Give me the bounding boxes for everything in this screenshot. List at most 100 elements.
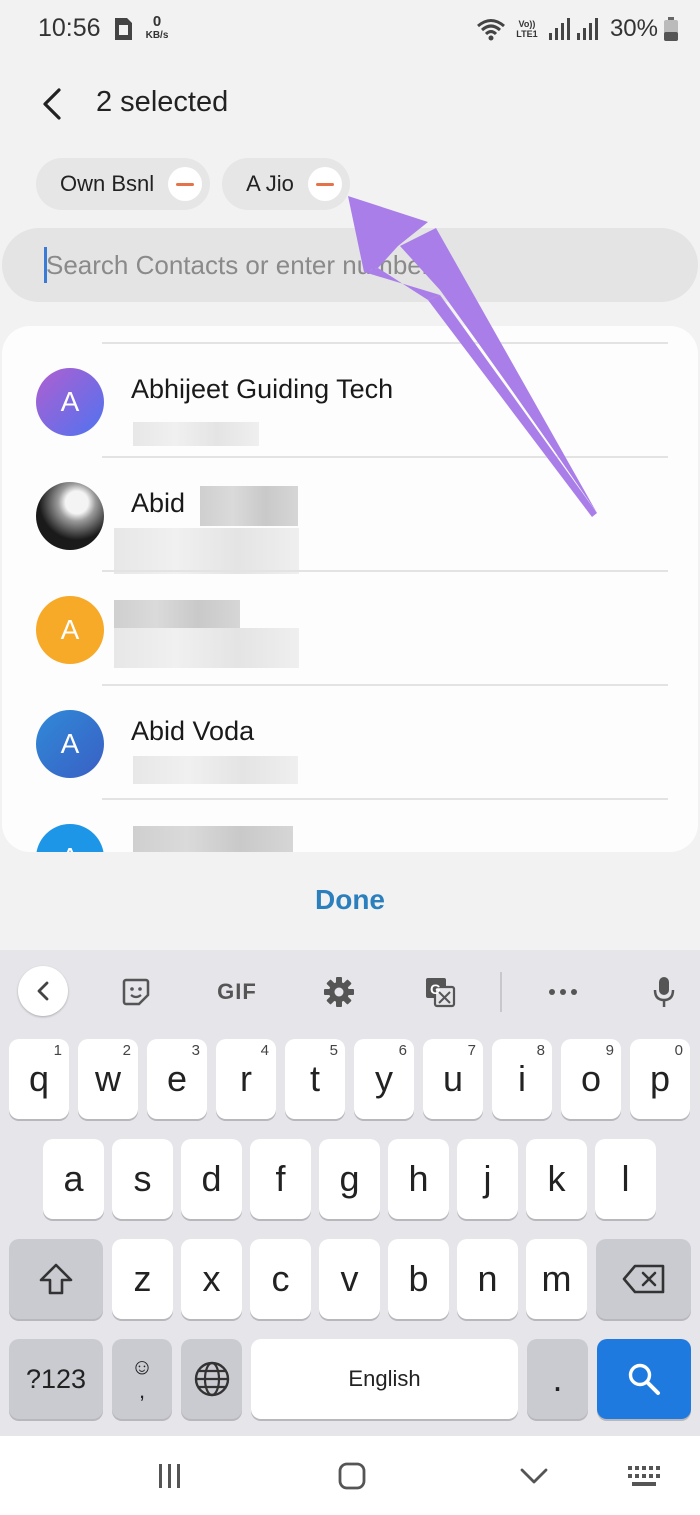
key-g[interactable]: g [319,1139,380,1219]
key-f[interactable]: f [250,1139,311,1219]
backspace-key[interactable] [596,1239,691,1319]
battery-percent: 30% [609,15,658,42]
divider [102,342,668,344]
recents-icon [159,1464,180,1488]
translate-button[interactable]: G [416,970,464,1014]
redacted-name [114,600,240,630]
data-rate-unit: KB/s [145,30,169,41]
key-y[interactable]: y6 [354,1039,414,1119]
key-i[interactable]: i8 [492,1039,552,1119]
list-item[interactable]: Abid [2,456,698,574]
recipient-chip[interactable]: Own Bsnl [36,158,211,210]
home-button[interactable] [322,1456,382,1496]
list-item[interactable]: A [2,570,698,684]
more-icon [549,989,577,995]
hide-keyboard-button[interactable] [504,1456,564,1496]
battery-icon [664,17,678,41]
key-k[interactable]: k [526,1139,587,1219]
key-w[interactable]: w2 [78,1039,138,1119]
key-s[interactable]: s [112,1139,173,1219]
sticker-button[interactable] [112,970,160,1014]
avatar: A [36,596,104,664]
data-rate-value: 0 [152,13,162,30]
search-key[interactable] [597,1339,691,1419]
backspace-icon [622,1264,664,1294]
key-n[interactable]: n [457,1239,518,1319]
remove-recipient-button[interactable] [168,167,203,201]
key-b[interactable]: b [388,1239,449,1319]
list-item[interactable]: A Abhijeet Guiding Tech [2,342,698,456]
app-header: 2 selected [0,70,700,140]
text-cursor [44,247,47,283]
chevron-left-icon [37,981,49,1001]
search-bar [2,228,698,302]
emoji-key[interactable]: ☺ , [112,1339,172,1419]
redacted-number [133,422,259,446]
divider [102,798,668,800]
contact-name: Abid Voda [131,716,255,746]
symbols-key[interactable]: ?123 [9,1339,103,1419]
network-label: Vo)) LTE1 [516,19,538,39]
home-icon [338,1462,366,1490]
recipient-chip[interactable]: A Jio [222,158,350,210]
key-d[interactable]: d [181,1139,242,1219]
key-v[interactable]: v [319,1239,380,1319]
shift-key[interactable] [9,1239,103,1319]
key-q[interactable]: q1 [9,1039,69,1119]
key-x[interactable]: x [181,1239,242,1319]
key-u[interactable]: u7 [423,1039,483,1119]
chip-label: Own Bsnl [60,171,155,196]
emoji-icon: ☺ [130,1354,154,1379]
more-button[interactable] [539,970,587,1014]
keyboard-switch-button[interactable] [614,1456,674,1496]
key-o[interactable]: o9 [561,1039,621,1119]
key-t[interactable]: t5 [285,1039,345,1119]
divider [102,684,668,686]
toolbar-collapse-button[interactable] [18,966,68,1016]
key-r[interactable]: r4 [216,1039,276,1119]
settings-button[interactable] [315,970,363,1014]
keyboard-icon [628,1466,660,1486]
chip-label: A Jio [246,171,294,196]
avatar [36,482,104,550]
list-item[interactable]: A [2,798,698,852]
remove-recipient-button[interactable] [307,167,342,201]
keyboard: GIF G q 1 w 2 e 3 r 4 t 5 y 6 u 7 i 8 o … [0,950,700,1436]
redacted-number [114,628,299,668]
back-button[interactable] [30,82,74,126]
sim-card-icon [115,18,132,40]
minus-icon [176,182,195,186]
signal-1-icon [548,18,570,40]
list-item[interactable]: A Abid Voda [2,684,698,798]
key-p[interactable]: p0 [630,1039,690,1119]
recents-button[interactable] [140,1456,200,1496]
done-button[interactable]: Done [0,884,700,916]
shift-icon [39,1263,73,1295]
key-z[interactable]: z [112,1239,173,1319]
redacted-number [133,756,298,784]
search-icon [628,1363,660,1395]
key-j[interactable]: j [457,1139,518,1219]
divider [102,570,668,572]
period-key[interactable]: . [527,1339,588,1419]
contact-name: Abid [131,488,186,518]
redacted-name [133,826,293,852]
gif-icon: GIF [217,979,257,1004]
translate-icon: G [426,978,456,1008]
avatar: A [36,368,104,436]
key-h[interactable]: h [388,1139,449,1219]
avatar: A [36,710,104,778]
gif-button[interactable]: GIF [213,970,261,1014]
key-a[interactable]: a [43,1139,104,1219]
microphone-icon [653,977,675,1007]
voice-input-button[interactable] [640,970,688,1014]
key-c[interactable]: c [250,1239,311,1319]
key-m[interactable]: m [526,1239,587,1319]
search-input[interactable] [44,242,644,288]
language-key[interactable] [181,1339,242,1419]
key-l[interactable]: l [595,1139,656,1219]
sticker-icon [122,978,150,1006]
key-e[interactable]: e3 [147,1039,207,1119]
space-key[interactable]: English [251,1339,518,1419]
contact-name: Abhijeet Guiding Tech [131,374,394,404]
